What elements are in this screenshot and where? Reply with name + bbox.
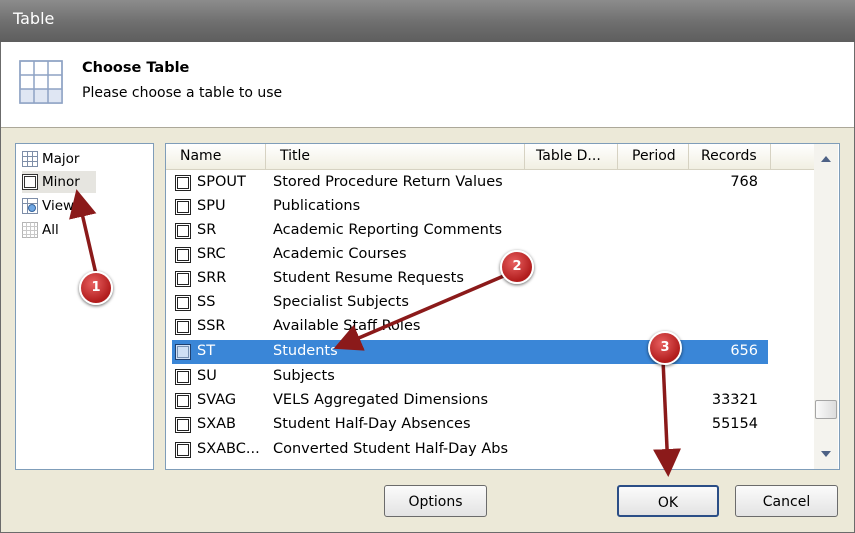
row-title: Academic Reporting Comments: [273, 222, 503, 238]
category-item-all[interactable]: All: [22, 219, 59, 241]
table-list: Name Title Table D... Period Records SPO…: [165, 143, 840, 470]
row-name: SPU: [197, 198, 226, 214]
row-name: SPOUT: [197, 174, 246, 190]
category-label: All: [42, 222, 59, 238]
table-row[interactable]: SS Specialist Subjects: [172, 291, 768, 315]
column-header-title[interactable]: Title: [266, 144, 525, 169]
table-icon: [175, 199, 191, 215]
row-title: Academic Courses: [273, 246, 407, 262]
window-title: Table: [13, 9, 55, 28]
row-name: SS: [197, 294, 216, 310]
table-row[interactable]: SRR Student Resume Requests: [172, 267, 768, 291]
column-header-row: Name Title Table D... Period Records: [166, 144, 814, 170]
row-title: Converted Student Half-Day Abs: [273, 441, 509, 457]
column-header-period[interactable]: Period: [618, 144, 689, 169]
row-name: SU: [197, 368, 217, 384]
grid-icon: [22, 222, 38, 238]
row-name: SR: [197, 222, 217, 238]
row-records: 55154: [711, 416, 758, 432]
row-title: Publications: [273, 198, 361, 214]
row-title: Subjects: [273, 368, 335, 384]
row-name: SXAB: [197, 416, 237, 432]
dialog-header: Choose Table Please choose a table to us…: [1, 42, 854, 127]
row-name: ST: [197, 343, 216, 359]
row-name: SRR: [197, 270, 227, 286]
scroll-down-icon[interactable]: [821, 451, 831, 457]
category-item-views[interactable]: Views: [22, 195, 81, 217]
vertical-scrollbar[interactable]: [814, 144, 838, 469]
row-name: SSR: [197, 318, 226, 334]
category-item-minor[interactable]: Minor: [22, 171, 96, 193]
category-label: Minor: [42, 174, 80, 190]
scroll-up-icon[interactable]: [821, 156, 831, 162]
row-records: 768: [730, 174, 758, 190]
table-icon: [175, 369, 191, 385]
table-icon: [175, 344, 191, 360]
grid-icon: [22, 174, 38, 190]
table-category-list: Major Minor Views All: [15, 143, 154, 470]
category-label: Major: [42, 151, 80, 167]
ok-button[interactable]: OK: [617, 485, 719, 517]
table-row[interactable]: SSR Available Staff Roles: [172, 315, 768, 339]
row-title: Specialist Subjects: [273, 294, 409, 310]
options-button[interactable]: Options: [384, 485, 487, 517]
table-icon: [175, 442, 191, 458]
table-icon: [175, 295, 191, 311]
table-icon: [175, 223, 191, 239]
category-label: Views: [42, 198, 82, 214]
row-title: Student Resume Requests: [273, 270, 464, 286]
table-row[interactable]: SPU Publications: [172, 195, 768, 219]
row-title: VELS Aggregated Dimensions: [273, 392, 489, 408]
table-row[interactable]: SR Academic Reporting Comments: [172, 219, 768, 243]
row-title: Stored Procedure Return Values: [273, 174, 503, 190]
table-row[interactable]: SXABC... Converted Student Half-Day Abs: [172, 438, 768, 462]
column-header-name[interactable]: Name: [166, 144, 266, 169]
row-name: SXABC...: [197, 441, 260, 457]
scroll-thumb[interactable]: [815, 400, 837, 419]
table-icon: [175, 319, 191, 335]
table-row[interactable]: SRC Academic Courses: [172, 243, 768, 267]
column-header-table-description[interactable]: Table D...: [525, 144, 618, 169]
row-title: Students: [273, 343, 338, 359]
table-icon: [175, 247, 191, 263]
row-title: Student Half-Day Absences: [273, 416, 471, 432]
row-name: SRC: [197, 246, 226, 262]
table-icon: [175, 175, 191, 191]
cancel-button[interactable]: Cancel: [735, 485, 838, 517]
table-row[interactable]: SVAG VELS Aggregated Dimensions 33321: [172, 389, 768, 413]
table-icon: [175, 271, 191, 287]
row-title: Available Staff Roles: [273, 318, 421, 334]
header-title: Choose Table: [82, 60, 190, 76]
column-header-records[interactable]: Records: [689, 144, 771, 169]
title-bar: Table: [0, 0, 855, 42]
row-records: 656: [730, 343, 758, 359]
annotation-badge-2: 2: [500, 250, 534, 284]
table-grid-icon: [19, 60, 63, 104]
annotation-badge-3: 3: [648, 331, 682, 365]
view-icon: [22, 198, 38, 214]
annotation-badge-1: 1: [79, 271, 113, 305]
table-icon: [175, 393, 191, 409]
table-icon: [175, 417, 191, 433]
table-row[interactable]: SU Subjects: [172, 365, 768, 389]
grid-icon: [22, 151, 38, 167]
table-row[interactable]: SPOUT Stored Procedure Return Values 768: [172, 171, 768, 195]
row-name: SVAG: [197, 392, 237, 408]
header-subtitle: Please choose a table to use: [82, 85, 283, 101]
table-row[interactable]: SXAB Student Half-Day Absences 55154: [172, 413, 768, 437]
category-item-major[interactable]: Major: [22, 148, 79, 170]
row-records: 33321: [711, 392, 758, 408]
